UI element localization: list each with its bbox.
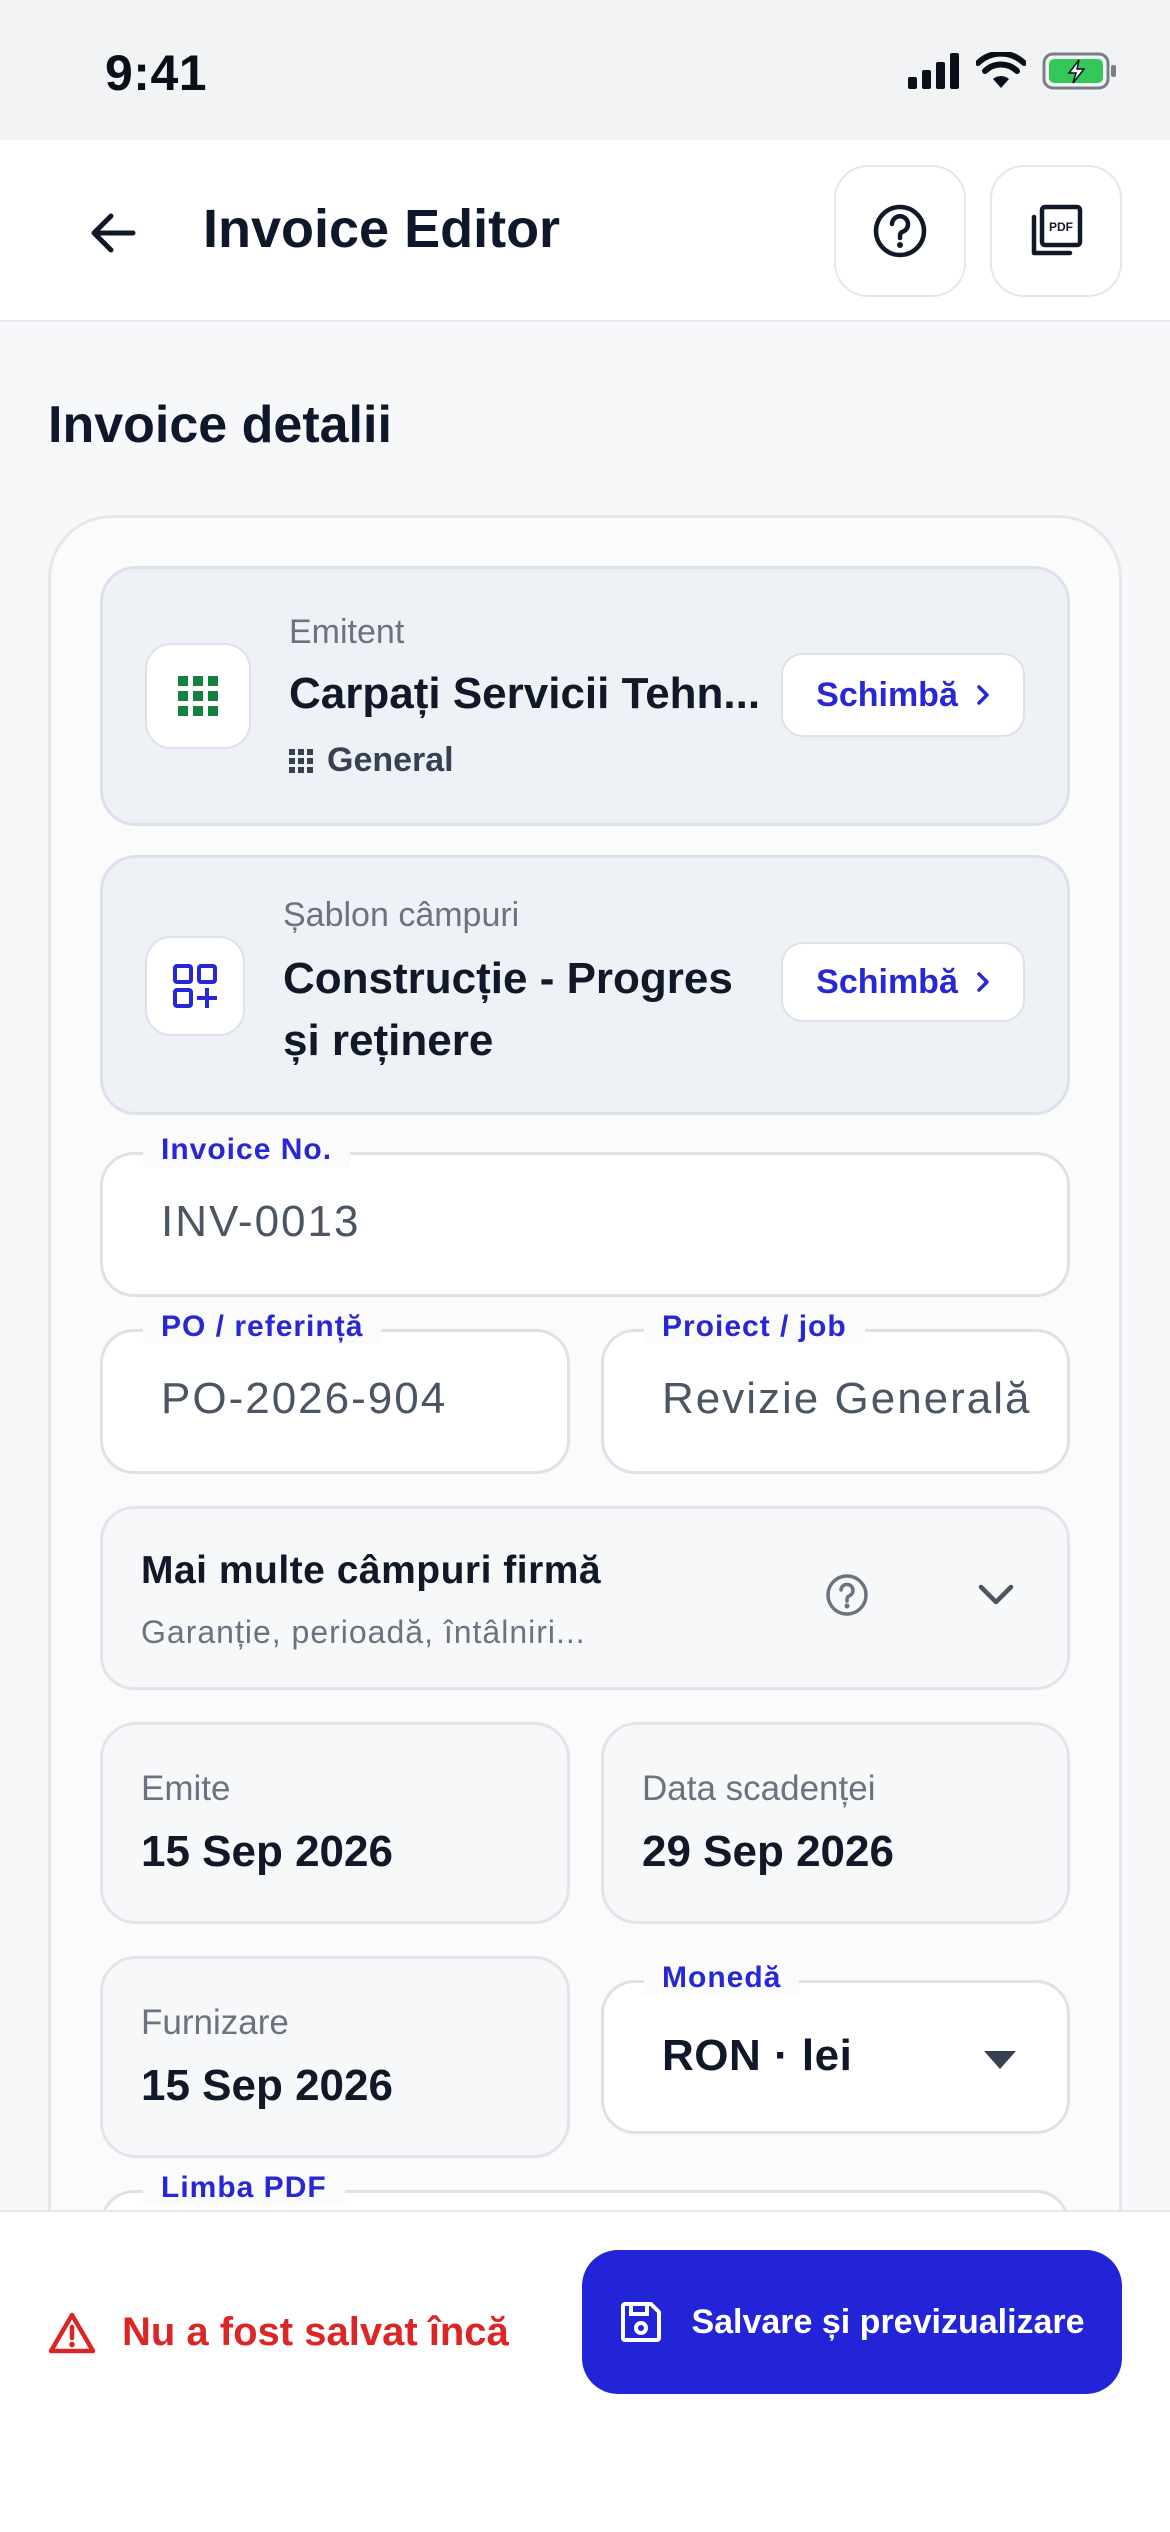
template-selector: Șablon câmpuri Construcție - Progres și … [100,855,1070,1115]
due-date-field[interactable]: Data scadenței 29 Sep 2026 [601,1722,1070,1924]
project-label: Proiect / job [644,1310,865,1344]
warning-triangle-icon [48,2312,96,2353]
emitent-sub: General [289,741,454,780]
emitent-change-label: Schimbă [816,675,958,714]
section-title: Invoice detalii [48,396,392,454]
emitent-change-button[interactable]: Schimbă [781,653,1025,737]
due-date-label: Data scadenței [642,1769,876,1808]
help-circle-icon [873,204,927,258]
supply-date-field[interactable]: Furnizare 15 Sep 2026 [100,1956,570,2158]
currency-label: Monedă [644,1961,800,1995]
po-reference-field[interactable]: PO / referință PO-2026-904 [100,1310,570,1474]
help-button[interactable] [834,165,966,297]
pdf-icon: PDF [1031,204,1083,256]
template-value-line2: și reținere [283,1016,494,1065]
save-preview-label: Salvare și previzualizare [691,2302,1085,2341]
template-label: Șablon câmpuri [283,896,520,934]
chevron-right-icon [977,685,989,705]
issue-date-value: 15 Sep 2026 [141,1827,393,1876]
issue-date-field[interactable]: Emite 15 Sep 2026 [100,1722,570,1924]
invoice-number-label: Invoice No. [143,1133,351,1167]
chevron-right-icon [977,972,989,992]
grid-icon [178,676,218,716]
emitent-label: Emitent [289,613,405,651]
po-reference-value: PO-2026-904 [161,1374,448,1423]
pdf-icon-text: PDF [1049,220,1073,234]
currency-value: RON · lei [662,2031,853,2080]
invoice-number-field[interactable]: Invoice No. INV-0013 [100,1133,1070,1297]
wifi-icon [976,52,1026,88]
more-fields-expander[interactable]: Mai multe câmpuri firmă Garanție, perioa… [100,1506,1070,1690]
signal-icon [908,53,959,89]
template-add-icon [173,964,217,1008]
small-grid-icon [289,748,313,773]
emitent-selector: Emitent Carpați Servicii Tehn... General… [100,566,1070,826]
po-reference-label: PO / referință [143,1310,382,1344]
due-date-value: 29 Sep 2026 [642,1827,894,1876]
battery-icon [1042,52,1116,90]
pdf-button[interactable]: PDF [990,165,1122,297]
status-time: 9:41 [105,45,208,101]
issue-date-label: Emite [141,1769,231,1808]
caret-down-icon [984,2051,1016,2069]
currency-select[interactable]: Monedă RON · lei [601,1961,1070,2134]
supply-date-value: 15 Sep 2026 [141,2061,393,2110]
emitent-sub-text: General [327,741,454,779]
emitent-logo [145,643,251,749]
app-header: Invoice Editor PDF [0,140,1170,322]
template-change-button[interactable]: Schimbă [781,942,1025,1022]
template-change-label: Schimbă [816,962,958,1001]
project-field[interactable]: Proiect / job Revizie Generală [601,1310,1070,1474]
save-disk-icon [621,2302,662,2342]
project-value: Revizie Generală [662,1374,1032,1423]
pdf-language-label: Limba PDF [143,2171,345,2205]
page-title: Invoice Editor [203,199,561,259]
arrow-left-icon [91,213,136,253]
bottom-action-bar: Nu a fost salvat încă Salvare și previzu… [0,2210,1170,2532]
chevron-down-icon [978,1584,1014,1605]
status-bar: 9:41 [0,0,1170,140]
unsaved-warning: Nu a fost salvat încă [48,2310,509,2355]
help-circle-icon[interactable] [825,1573,869,1617]
more-fields-subtitle: Garanție, perioadă, întâlniri... [141,1614,586,1650]
status-icons [908,52,1118,90]
back-button[interactable] [78,198,148,268]
save-preview-button[interactable]: Salvare și previzualizare [582,2250,1122,2394]
more-fields-title: Mai multe câmpuri firmă [141,1549,602,1592]
unsaved-text: Nu a fost salvat încă [122,2310,509,2354]
supply-date-label: Furnizare [141,2003,289,2042]
invoice-number-value: INV-0013 [161,1197,361,1246]
emitent-value: Carpați Servicii Tehn... [289,669,761,718]
template-value-line1: Construcție - Progres [283,954,733,1003]
template-logo [145,936,245,1036]
